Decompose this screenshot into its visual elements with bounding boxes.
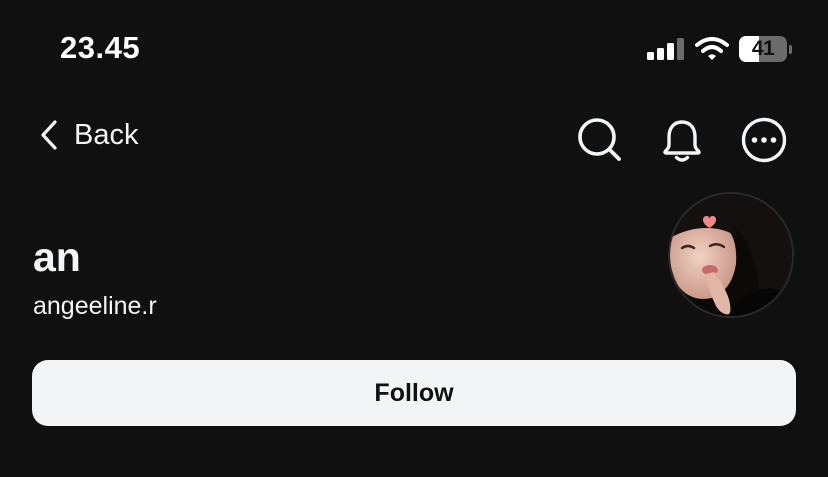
profile-display-name: an [33,234,81,280]
back-button[interactable]: Back [38,118,138,152]
battery-icon: 41 [739,36,792,62]
wifi-icon [695,37,729,60]
search-button[interactable] [576,116,624,164]
signal-icon [647,38,684,60]
status-time: 23.45 [60,30,141,65]
back-label: Back [74,118,139,151]
bell-icon [663,120,701,162]
nav-actions [576,116,788,164]
notifications-button[interactable] [658,116,706,164]
profile-username: angeeline.r [33,292,157,320]
profile-photo [670,194,792,316]
status-icons: 41 [647,36,792,62]
follow-button[interactable]: Follow [32,360,796,426]
more-icon [741,117,787,163]
more-button[interactable] [740,116,788,164]
avatar[interactable] [668,192,794,318]
battery-level: 41 [751,37,775,60]
profile-screen: 23.45 41 Back an angeeline.r Follow [0,0,828,477]
search-icon [578,118,621,161]
chevron-left-icon [41,120,57,150]
